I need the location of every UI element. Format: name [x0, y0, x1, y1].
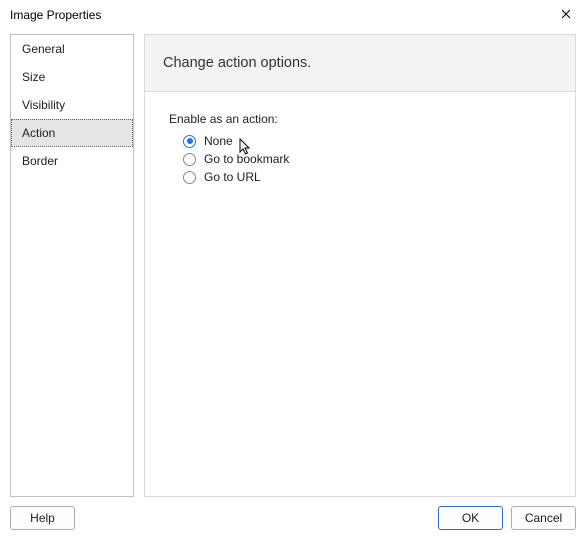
sidebar: General Size Visibility Action Border: [10, 34, 134, 497]
sidebar-item-label: Size: [22, 70, 45, 84]
sidebar-item-label: Border: [22, 154, 58, 168]
sidebar-item-label: General: [22, 42, 65, 56]
button-label: Cancel: [525, 511, 562, 525]
content-heading-text: Change action options.: [163, 55, 311, 71]
content-area: Change action options. Enable as an acti…: [144, 34, 576, 497]
close-icon: [561, 9, 571, 19]
sidebar-item-label: Visibility: [22, 98, 65, 112]
radio-icon: [183, 171, 196, 184]
image-properties-dialog: Image Properties General Size Visibility…: [0, 0, 586, 541]
sidebar-item-visibility[interactable]: Visibility: [11, 91, 133, 119]
radio-label: Go to URL: [204, 170, 261, 184]
help-button[interactable]: Help: [10, 506, 75, 530]
radio-option-none[interactable]: None: [183, 134, 551, 148]
sidebar-item-label: Action: [22, 126, 55, 140]
button-label: OK: [462, 511, 479, 525]
sidebar-item-general[interactable]: General: [11, 35, 133, 63]
sidebar-item-size[interactable]: Size: [11, 63, 133, 91]
radio-option-bookmark[interactable]: Go to bookmark: [183, 152, 551, 166]
sidebar-item-border[interactable]: Border: [11, 147, 133, 175]
radio-icon: [183, 153, 196, 166]
dialog-title: Image Properties: [10, 8, 101, 22]
content-pane: Enable as an action: None Go to bookmark…: [144, 92, 576, 497]
cancel-button[interactable]: Cancel: [511, 506, 576, 530]
action-group-label: Enable as an action:: [169, 112, 551, 126]
content-heading: Change action options.: [144, 34, 576, 92]
dialog-body: General Size Visibility Action Border Ch…: [10, 34, 576, 497]
titlebar: Image Properties: [0, 0, 586, 30]
radio-option-url[interactable]: Go to URL: [183, 170, 551, 184]
button-label: Help: [30, 511, 55, 525]
radio-label: Go to bookmark: [204, 152, 289, 166]
radio-icon: [183, 135, 196, 148]
dialog-footer: Help OK Cancel: [10, 503, 576, 533]
radio-label: None: [204, 134, 233, 148]
ok-button[interactable]: OK: [438, 506, 503, 530]
sidebar-item-action[interactable]: Action: [11, 119, 133, 147]
close-button[interactable]: [546, 0, 586, 28]
